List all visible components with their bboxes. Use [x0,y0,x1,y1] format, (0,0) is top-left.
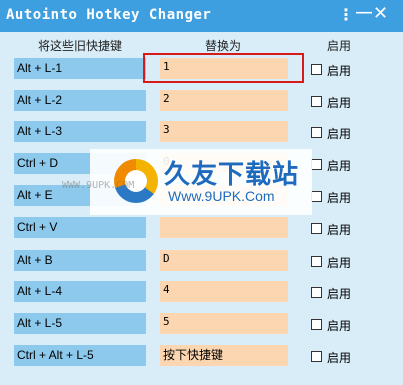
old-hotkey-label: Alt + L-2 [14,90,146,111]
title-bar[interactable]: Autointo Hotkey Changer ⋮ — ✕ [0,0,403,32]
watermark-faint-text: WWW.9UPK.COM [62,180,135,191]
menu-icon[interactable]: ⋮ [338,5,354,25]
enable-checkbox[interactable] [311,287,322,298]
old-hotkey-label: Alt + L-4 [14,281,146,302]
enable-checkbox[interactable] [311,159,322,170]
enable-label[interactable]: 启用 [327,349,351,366]
enable-checkbox[interactable] [311,319,322,330]
header-enable: 启用 [327,39,352,53]
old-hotkey-label: Alt + B [14,250,146,271]
minimize-icon[interactable]: — [356,4,372,22]
new-hotkey-input[interactable]: D [160,250,288,271]
enable-checkbox[interactable] [311,127,322,138]
old-hotkey-label: Alt + L-5 [14,313,146,334]
enable-checkbox[interactable] [311,96,322,107]
old-hotkey-label: Ctrl + V [14,217,146,238]
old-hotkey-label: Alt + L-1 [14,58,146,79]
enable-label[interactable]: 启用 [327,285,351,302]
new-hotkey-input[interactable] [160,217,288,238]
enable-label[interactable]: 启用 [327,125,351,142]
window-title: Autointo Hotkey Changer [6,7,212,23]
enable-label[interactable]: 启用 [327,189,351,206]
enable-label[interactable]: 启用 [327,221,351,238]
watermark-url: Www.9UPK.Com [168,188,275,204]
old-hotkey-label: Alt + L-3 [14,121,146,142]
enable-checkbox[interactable] [311,351,322,362]
header-old-hotkeys: 将这些旧快捷键 [38,39,123,53]
enable-label[interactable]: 启用 [327,157,351,174]
enable-checkbox[interactable] [311,64,322,75]
new-hotkey-input[interactable]: 2 [160,90,288,111]
watermark-brand: 久友下载站 [164,159,300,189]
enable-label[interactable]: 启用 [327,317,351,334]
enable-label[interactable]: 启用 [327,254,351,271]
new-hotkey-input[interactable]: 按下快捷键 [160,345,288,366]
new-hotkey-input[interactable]: 5 [160,313,288,334]
close-icon[interactable]: ✕ [373,3,388,24]
enable-label[interactable]: 启用 [327,62,351,79]
header-replace-with: 替换为 [205,39,242,53]
enable-checkbox[interactable] [311,191,322,202]
enable-label[interactable]: 启用 [327,94,351,111]
enable-checkbox[interactable] [311,256,322,267]
active-field-highlight [143,53,304,83]
new-hotkey-input[interactable]: 3 [160,121,288,142]
old-hotkey-label: Ctrl + Alt + L-5 [14,345,146,366]
enable-checkbox[interactable] [311,223,322,234]
new-hotkey-input[interactable]: 4 [160,281,288,302]
